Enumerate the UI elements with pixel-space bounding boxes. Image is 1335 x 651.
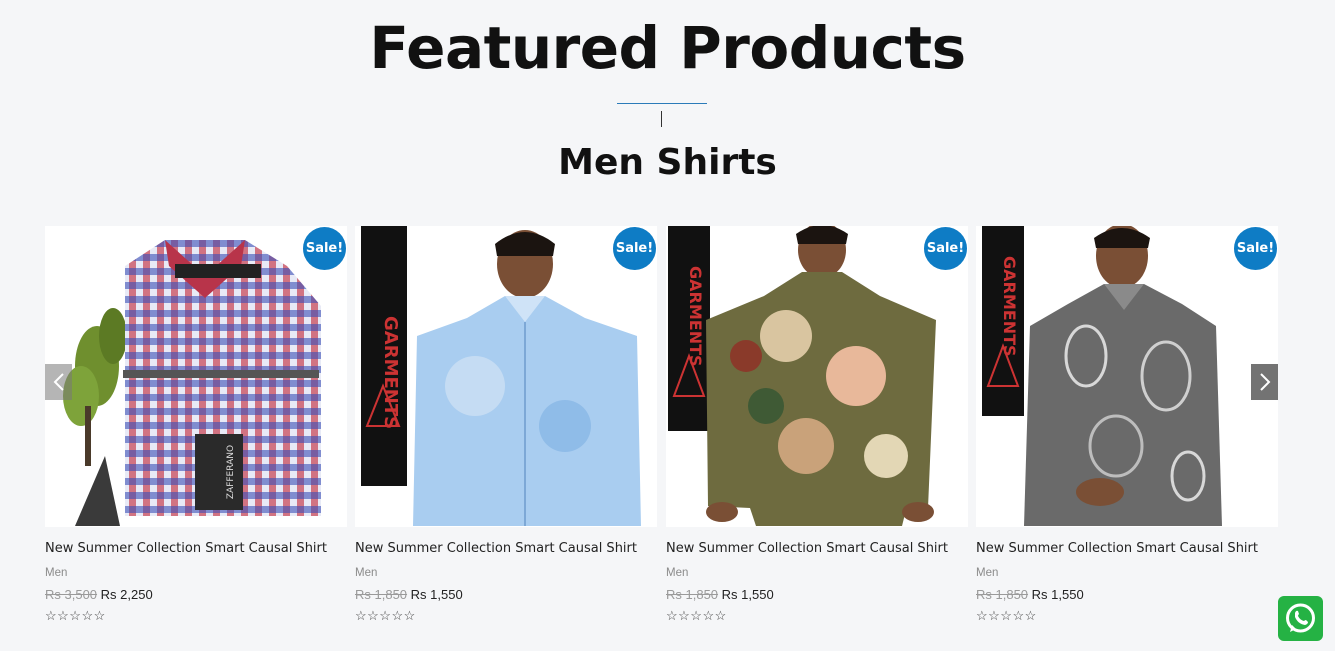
sale-badge: Sale! [1234, 227, 1277, 270]
light-blue-shirt-image: GARMENTS [355, 226, 657, 527]
old-price: Rs 1,850 [355, 587, 408, 602]
product-image-link[interactable]: GARMENTS Sale! [976, 226, 1278, 527]
title-divider-tick [661, 111, 662, 127]
product-image-link[interactable]: ZAFFERANO Sale! [45, 226, 347, 527]
featured-products-section: Featured Products Men Shirts ZAFFERANO S… [0, 0, 1335, 651]
product-category-link[interactable]: Men [355, 566, 657, 580]
product-title-link[interactable]: New Summer Collection Smart Causal Shirt [976, 541, 1278, 557]
carousel-prev-button[interactable] [45, 364, 72, 400]
chevron-right-icon [1259, 373, 1270, 391]
old-price: Rs 1,850 [666, 587, 719, 602]
title-divider [617, 103, 707, 104]
whatsapp-chat-button[interactable] [1278, 596, 1323, 641]
sale-price: Rs 1,550 [1031, 587, 1084, 602]
star-rating: ☆☆☆☆☆ [976, 608, 1037, 623]
product-title-link[interactable]: New Summer Collection Smart Causal Shirt [355, 541, 657, 557]
whatsapp-icon [1286, 603, 1315, 633]
floral-shirt-image: GARMENTS [666, 226, 968, 527]
sale-price: Rs 1,550 [410, 587, 463, 602]
star-rating: ☆☆☆☆☆ [45, 608, 106, 623]
product-category-link[interactable]: Men [666, 566, 968, 580]
sale-price: Rs 1,550 [721, 587, 774, 602]
product-card[interactable]: GARMENTS Sale! New Summer Collection Sma… [666, 226, 968, 636]
old-price: Rs 3,500 [45, 587, 98, 602]
carousel-next-button[interactable] [1251, 364, 1278, 400]
star-rating: ☆☆☆☆☆ [666, 608, 727, 623]
svg-text:GARMENTS: GARMENTS [1000, 256, 1019, 357]
product-category-link[interactable]: Men [976, 566, 1278, 580]
sale-badge: Sale! [924, 227, 967, 270]
svg-text:GARMENTS: GARMENTS [686, 266, 705, 367]
product-category-link[interactable]: Men [45, 566, 347, 580]
product-image-link[interactable]: GARMENTS Sale! [666, 226, 968, 527]
product-card[interactable]: GARMENTS Sale! New Summer Collection Sma… [976, 226, 1278, 636]
star-rating: ☆☆☆☆☆ [355, 608, 416, 623]
chevron-left-icon [53, 373, 64, 391]
sale-price: Rs 2,250 [100, 587, 153, 602]
svg-text:ZAFFERANO: ZAFFERANO [226, 445, 236, 499]
product-card[interactable]: GARMENTS Sale! New Summer Collection Sma… [355, 226, 657, 636]
section-subtitle: Men Shirts [558, 142, 777, 183]
svg-text:GARMENTS: GARMENTS [380, 316, 401, 429]
product-image-link[interactable]: GARMENTS Sale! [355, 226, 657, 527]
page-title: Featured Products [369, 14, 966, 82]
price-row: Rs 1,850 Rs 1,550 [976, 587, 1278, 603]
product-card[interactable]: ZAFFERANO Sale! New Summer Collection Sm… [45, 226, 347, 636]
paisley-shirt-image: GARMENTS [976, 226, 1278, 527]
price-row: Rs 1,850 Rs 1,550 [666, 587, 968, 603]
price-row: Rs 3,500 Rs 2,250 [45, 587, 347, 603]
sale-badge: Sale! [303, 227, 346, 270]
old-price: Rs 1,850 [976, 587, 1029, 602]
product-carousel: ZAFFERANO Sale! New Summer Collection Sm… [45, 226, 1278, 636]
product-title-link[interactable]: New Summer Collection Smart Causal Shirt [45, 541, 347, 557]
sale-badge: Sale! [613, 227, 656, 270]
checkered-shirt-image: ZAFFERANO [45, 226, 347, 527]
product-title-link[interactable]: New Summer Collection Smart Causal Shirt [666, 541, 968, 557]
price-row: Rs 1,850 Rs 1,550 [355, 587, 657, 603]
